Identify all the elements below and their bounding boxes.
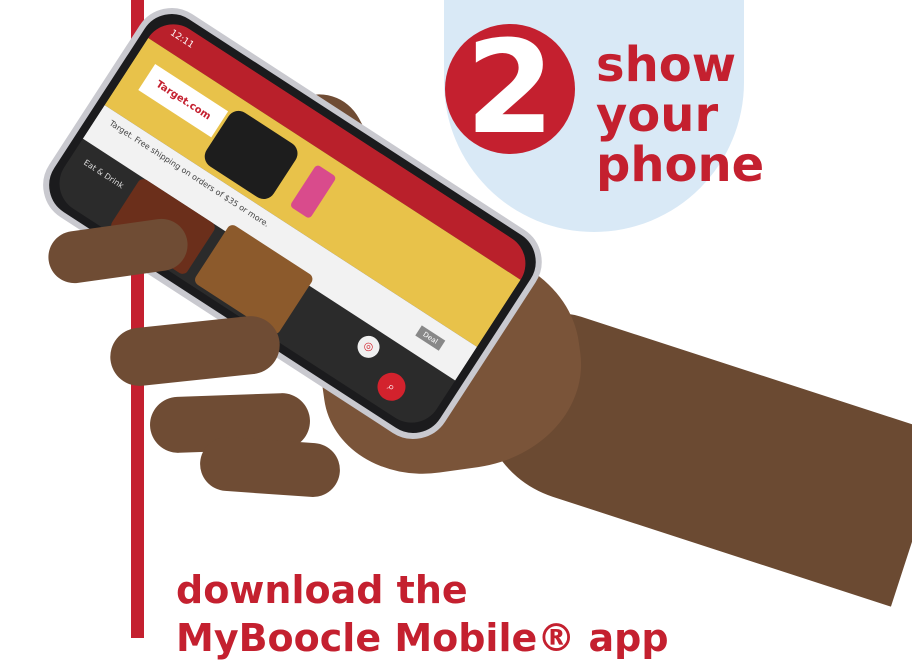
promo-button[interactable]: Deal [415, 325, 446, 351]
headline-line-1: show [596, 37, 737, 93]
target-icon[interactable]: ◎ [353, 331, 384, 363]
step-number: 2 [465, 14, 555, 163]
download-line-2: MyBoocle Mobile® app [176, 616, 669, 660]
status-time: 12:11 [168, 28, 196, 51]
phone-accessory-image [289, 164, 337, 220]
section-label: Eat & Drink [82, 158, 126, 191]
step-number-badge: 2 [445, 24, 575, 154]
finger-4 [198, 435, 342, 499]
download-line-1: download the [176, 568, 468, 612]
headline-line-3: phone [596, 137, 765, 193]
step-headline: show your phone [596, 40, 816, 190]
search-icon[interactable]: ⌕ [372, 367, 411, 407]
download-callout: download the MyBoocle Mobile® app [176, 566, 876, 662]
headline-line-2: your [596, 87, 719, 143]
